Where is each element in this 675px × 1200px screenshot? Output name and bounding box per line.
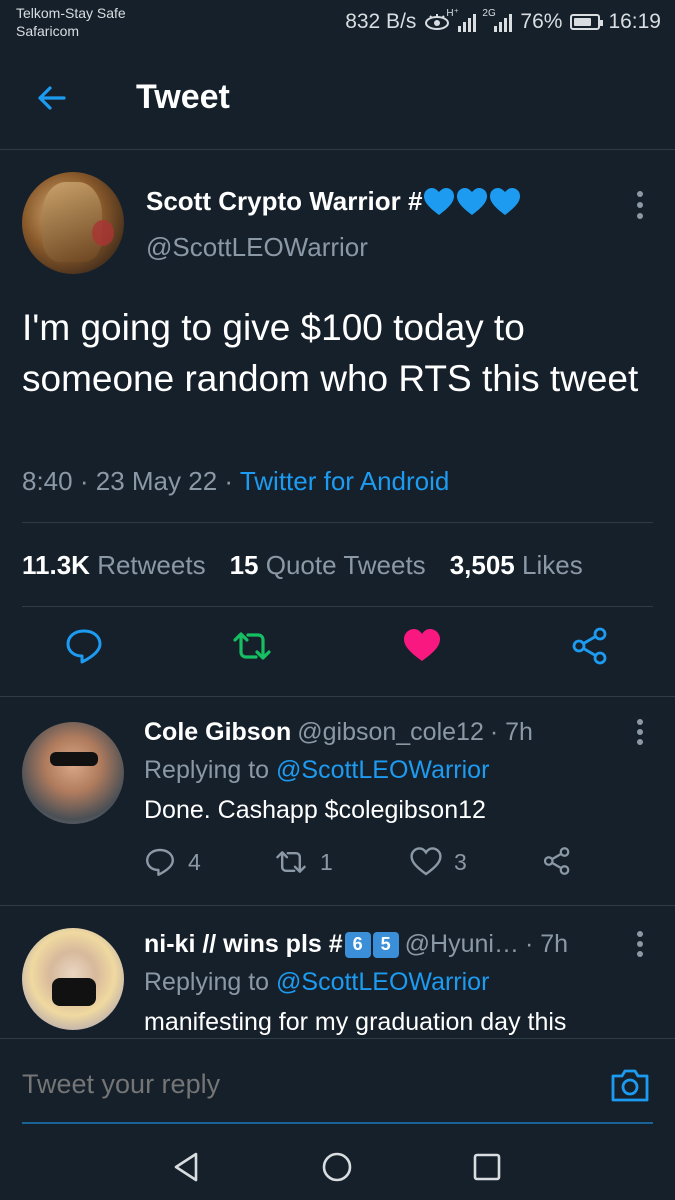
reply-composer [0, 1038, 675, 1132]
blue-heart-icon [490, 187, 521, 215]
reply-age: · 7h [524, 930, 569, 958]
network-speed: 832 B/s [345, 10, 417, 33]
retweet-icon[interactable] [232, 626, 272, 666]
author-name-text: Scott Crypto Warrior # [146, 186, 423, 216]
author-avatar[interactable] [22, 172, 124, 274]
clock: 16:19 [608, 10, 661, 33]
replying-to: Replying to @ScottLEOWarrior [144, 968, 489, 997]
reply-author-name-text: ni-ki // wins pls # [144, 930, 343, 958]
divider [0, 696, 675, 697]
input-underline [22, 1122, 653, 1124]
reply-header: Cole Gibson @gibson_cole12 · 7h [144, 718, 533, 747]
carrier-line-1: Telkom-Stay Safe [16, 5, 126, 21]
battery-fill [574, 18, 592, 26]
heart-outline-icon [410, 847, 442, 876]
replying-prefix: Replying to [144, 968, 270, 996]
nav-recents-icon[interactable] [470, 1150, 504, 1184]
meta-separator: · [79, 466, 89, 496]
reply-avatar[interactable] [22, 722, 124, 824]
signal-2-icon: 2G [482, 8, 513, 32]
reply-author-name[interactable]: Cole Gibson [144, 718, 291, 747]
carrier-line-2: Safaricom [16, 23, 80, 39]
like-icon[interactable] [402, 626, 442, 666]
retweet-count: 1 [320, 848, 333, 875]
signal-1-icon: H⁺ [446, 8, 477, 32]
likes-stat[interactable]: 3,505 Likes [450, 550, 583, 581]
reply-author-name[interactable]: ni-ki // wins pls # 6 5 [144, 930, 399, 959]
nav-home-icon[interactable] [320, 1150, 354, 1184]
carrier-info: Telkom-Stay Safe Safaricom [16, 4, 126, 40]
blue-heart-icon [424, 187, 455, 215]
reply-like-button[interactable]: 3 [410, 846, 467, 878]
likes-count: 3,505 [449, 550, 515, 580]
quotes-count: 15 [229, 550, 259, 580]
status-bar: Telkom-Stay Safe Safaricom 832 B/s H⁺ 2G… [0, 0, 675, 46]
system-nav-bar [0, 1132, 675, 1200]
reply-author-handle[interactable]: @Hyuni… [405, 930, 519, 959]
network-type-2: 2G [482, 8, 496, 19]
blue-heart-emoji-group [424, 187, 521, 216]
tweet-metadata: 8:40 · 23 May 22 · Twitter for Android [22, 466, 449, 497]
share-icon [543, 847, 570, 875]
retweet-icon [276, 851, 306, 873]
reply-icon[interactable] [64, 626, 104, 666]
retweets-count: 11.3K [22, 550, 90, 580]
meta-separator: · [224, 466, 234, 496]
reply-icon [146, 848, 174, 876]
keycap-badge: 6 [344, 931, 371, 958]
divider [0, 905, 675, 906]
reply-item[interactable]: ni-ki // wins pls # 6 5 @Hyuni… · 7h Rep… [0, 910, 675, 1038]
reply-text: manifesting for my graduation day this [144, 1008, 567, 1036]
reply-actions: 4 1 3 [144, 846, 584, 886]
reply-header: ni-ki // wins pls # 6 5 @Hyuni… · 7h [144, 930, 568, 959]
divider [22, 522, 653, 523]
reply-author-handle[interactable]: @gibson_cole12 [297, 718, 484, 747]
quotes-stat[interactable]: 15 Quote Tweets [230, 550, 426, 581]
replying-to: Replying to @ScottLEOWarrior [144, 756, 489, 785]
reply-item[interactable]: Cole Gibson @gibson_cole12 · 7h Replying… [0, 698, 675, 904]
battery-icon [570, 14, 604, 30]
share-icon[interactable] [570, 626, 610, 666]
retweets-label: Retweets [97, 550, 206, 580]
replying-prefix: Replying to [144, 756, 270, 784]
reply-text: Done. Cashapp $colegibson12 [144, 796, 486, 824]
reply-retweet-button[interactable]: 1 [274, 846, 333, 878]
reply-count: 4 [188, 848, 201, 875]
reply-input[interactable] [22, 1069, 582, 1100]
keycap-badge: 5 [372, 931, 399, 958]
tweet-actions [0, 626, 675, 696]
page-title: Tweet [136, 78, 230, 116]
tweet-stats: 11.3K Retweets 15 Quote Tweets 3,505 Lik… [22, 550, 583, 581]
quotes-label: Quote Tweets [265, 550, 426, 580]
more-options-icon[interactable] [635, 190, 645, 220]
reply-share-button[interactable] [542, 846, 572, 876]
back-arrow-icon[interactable] [34, 80, 70, 116]
battery-percent: 76% [520, 10, 563, 33]
likes-label: Likes [522, 550, 583, 580]
author-name[interactable]: Scott Crypto Warrior # [146, 186, 521, 217]
divider [22, 606, 653, 607]
more-options-icon[interactable] [635, 718, 645, 746]
status-icons: 832 B/s H⁺ 2G 76% 16:19 [345, 8, 661, 36]
retweets-stat[interactable]: 11.3K Retweets [22, 550, 206, 581]
replying-mention[interactable]: @ScottLEOWarrior [276, 756, 489, 784]
more-options-icon[interactable] [635, 930, 645, 958]
tweet-source-link[interactable]: Twitter for Android [240, 466, 450, 496]
replying-mention[interactable]: @ScottLEOWarrior [276, 968, 489, 996]
tweet-date: 23 May 22 [95, 466, 218, 496]
reply-reply-button[interactable]: 4 [144, 846, 201, 878]
author-handle[interactable]: @ScottLEOWarrior [146, 232, 368, 263]
nav-back-icon[interactable] [170, 1150, 204, 1184]
like-count: 3 [454, 848, 467, 875]
network-type-1: H⁺ [446, 8, 459, 19]
tweet-time: 8:40 [22, 466, 73, 496]
camera-icon[interactable] [610, 1067, 650, 1103]
reply-avatar[interactable] [22, 928, 124, 1030]
reply-age: · 7h [489, 718, 533, 746]
blue-heart-icon [457, 187, 488, 215]
top-app-bar: Tweet [0, 46, 675, 150]
tweet-body: I'm going to give $100 today to someone … [22, 307, 639, 399]
